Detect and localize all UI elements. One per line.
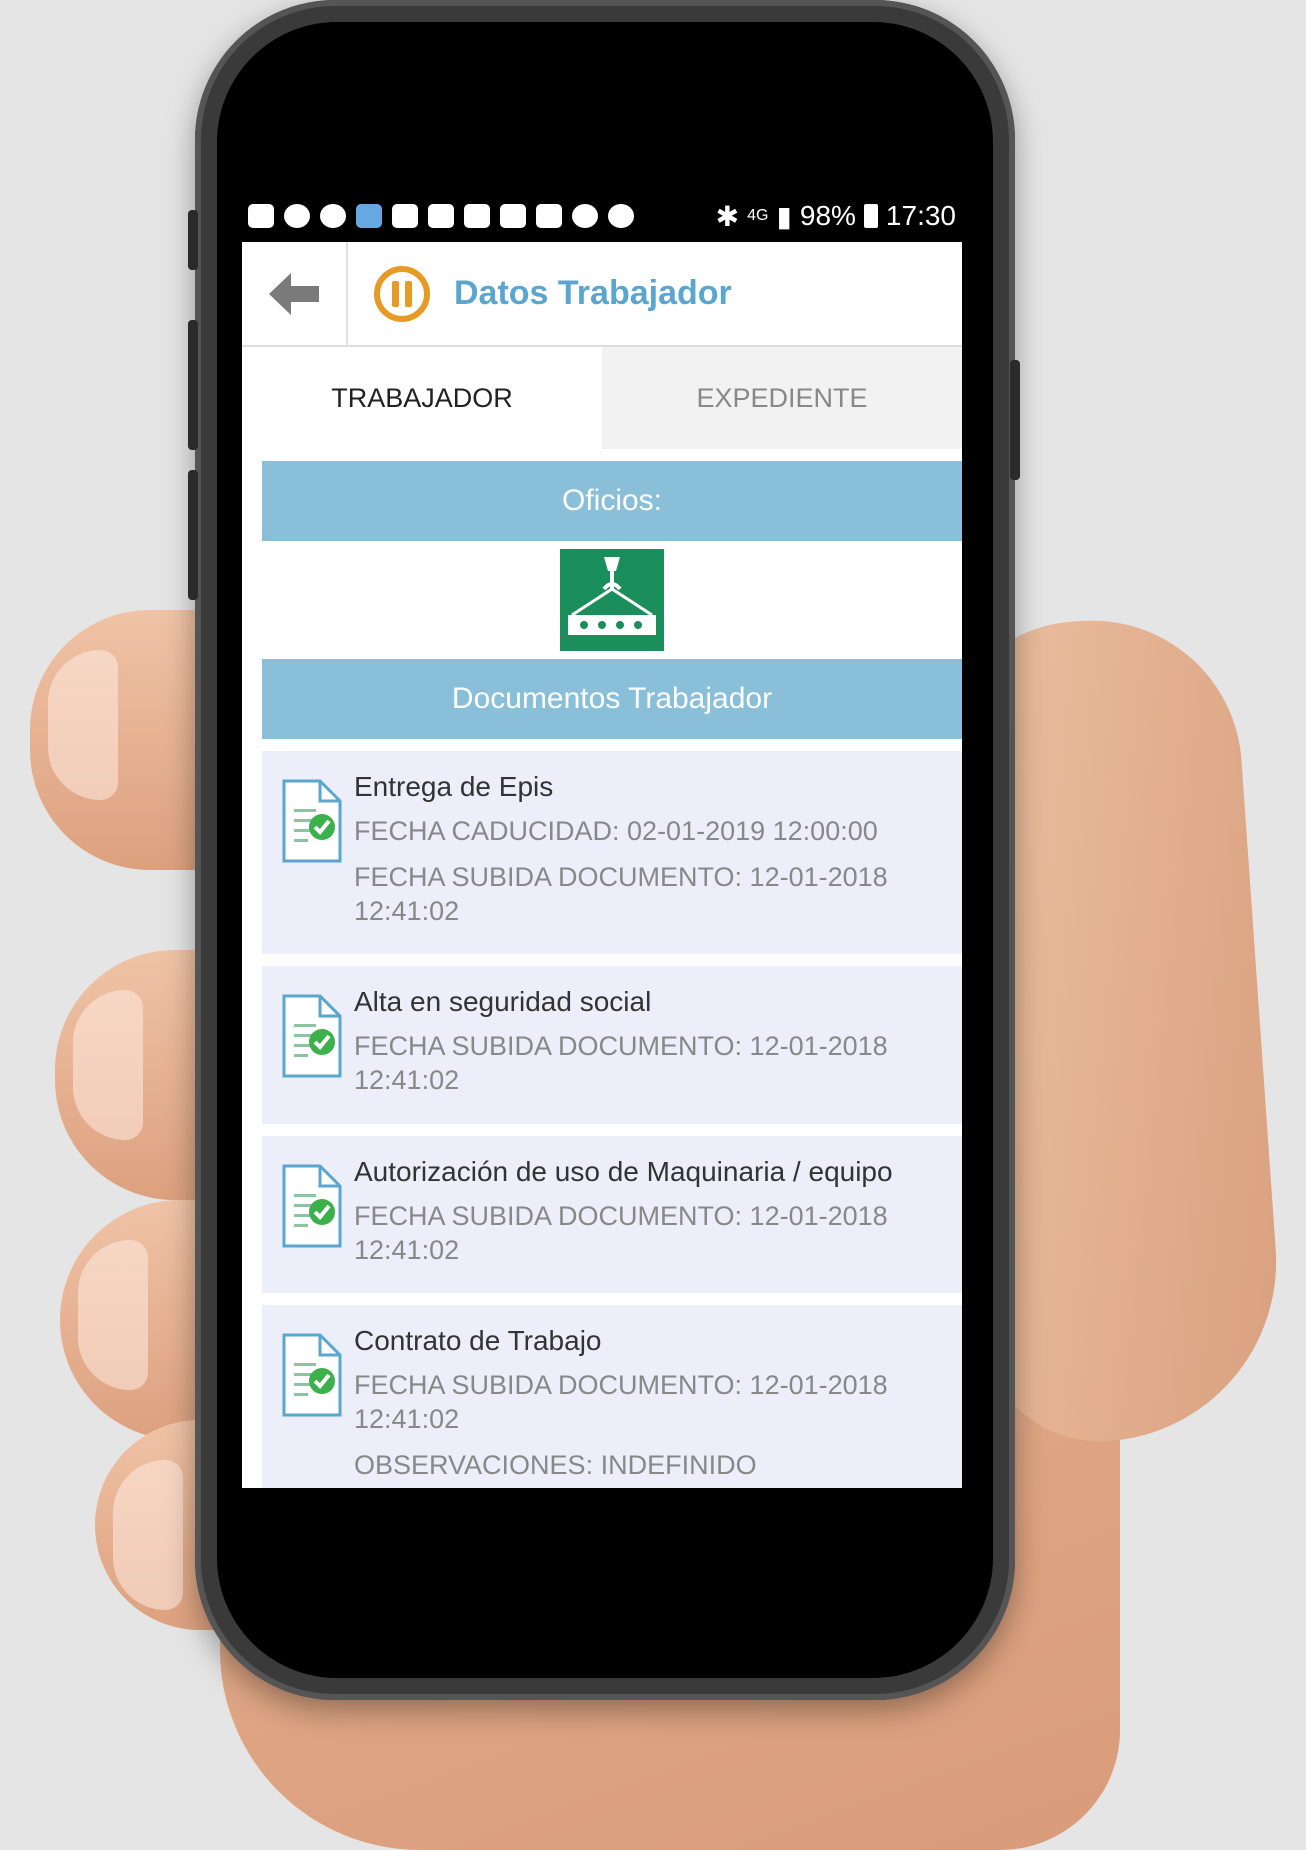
- status-bar: ✱ 4G ▮ 98% 17:30: [242, 190, 962, 242]
- document-item[interactable]: Contrato de Trabajo FECHA SUBIDA DOCUMEN…: [262, 1305, 962, 1488]
- document-details: FECHA SUBIDA DOCUMENTO: 12-01-2018 12:41…: [354, 1200, 952, 1268]
- shield-icon: [572, 204, 598, 228]
- document-detail-line: FECHA SUBIDA DOCUMENTO: 12-01-2018 12:41…: [354, 861, 888, 926]
- image-icon: [536, 204, 562, 228]
- oficios-header: Oficios:: [262, 461, 962, 541]
- document-title: Contrato de Trabajo: [354, 1325, 602, 1357]
- chat-icon: [284, 204, 310, 228]
- shield-icon-2: [608, 204, 634, 228]
- clock: 17:30: [885, 200, 956, 231]
- document-check-icon: [280, 1150, 344, 1280]
- document-detail-line: FECHA CADUCIDAD: 02-01-2019 12:00:00: [354, 816, 878, 846]
- document-details: FECHA SUBIDA DOCUMENTO: 12-01-2018 12:41…: [354, 1369, 952, 1482]
- document-detail-line: FECHA SUBIDA DOCUMENTO: 12-01-2018 12:41…: [354, 1370, 888, 1434]
- document-title: Alta en seguridad social: [354, 986, 652, 1018]
- document-list: Entrega de Epis FECHA CADUCIDAD: 02-01-2…: [242, 751, 962, 1488]
- app-bar: Datos Trabajador: [242, 242, 962, 347]
- document-check-icon: [280, 1319, 344, 1488]
- app-screen: ✱ 4G ▮ 98% 17:30 Datos Trabajador TRABAJ…: [242, 190, 962, 1488]
- oficio-area: [262, 541, 962, 659]
- volume-up-button: [188, 320, 198, 450]
- tab-expediente[interactable]: EXPEDIENTE: [602, 347, 962, 449]
- signal-icon: ▮: [776, 200, 792, 232]
- document-detail-line: FECHA SUBIDA DOCUMENTO: 12-01-2018 12:41…: [354, 1031, 888, 1095]
- mail-icon: [392, 204, 418, 228]
- document-item[interactable]: Autorización de uso de Maquinaria / equi…: [262, 1135, 962, 1294]
- power-button: [1010, 360, 1020, 480]
- documentos-header: Documentos Trabajador: [262, 659, 962, 739]
- document-body: Contrato de Trabajo FECHA SUBIDA DOCUMEN…: [354, 1319, 952, 1488]
- crane-load-icon[interactable]: [560, 549, 664, 651]
- document-details: FECHA CADUCIDAD: 02-01-2019 12:00:00 FECH…: [354, 815, 952, 928]
- document-item[interactable]: Alta en seguridad social FECHA SUBIDA DO…: [262, 966, 962, 1124]
- tab-bar: TRABAJADOR EXPEDIENTE: [242, 347, 962, 449]
- status-right: ✱ 4G ▮ 98% 17:30: [716, 200, 956, 233]
- bluetooth-icon: ✱: [715, 200, 740, 232]
- document-title: Entrega de Epis: [354, 771, 554, 802]
- document-item[interactable]: Entrega de Epis FECHA CADUCIDAD: 02-01-2…: [262, 751, 962, 955]
- phone-side-button: [188, 210, 198, 270]
- notification-icon: [248, 204, 274, 228]
- inbox-icon: [500, 204, 526, 228]
- messenger-icon: [320, 204, 346, 228]
- battery-percent: 98%: [799, 200, 856, 231]
- document-body: Autorización de uso de Maquinaria / equi…: [354, 1150, 952, 1280]
- document-body: Alta en seguridad social FECHA SUBIDA DO…: [354, 980, 952, 1110]
- page-title: Datos Trabajador: [454, 274, 732, 312]
- network-type: 4G: [747, 207, 769, 224]
- battery-icon: [863, 204, 878, 228]
- crown-icon: [464, 204, 490, 228]
- document-title: Autorización de uso de Maquinaria / equi…: [354, 1155, 893, 1187]
- document-details: FECHA SUBIDA DOCUMENTO: 12-01-2018 12:41…: [354, 1030, 952, 1098]
- document-check-icon: [280, 765, 344, 940]
- back-button[interactable]: [242, 242, 348, 345]
- tab-trabajador[interactable]: TRABAJADOR: [242, 347, 602, 449]
- app-icon: [356, 204, 382, 228]
- volume-down-button: [188, 470, 198, 600]
- document-detail-line: OBSERVACIONES: INDEFINIDO: [354, 1449, 757, 1480]
- document-body: Entrega de Epis FECHA CADUCIDAD: 02-01-2…: [354, 765, 952, 940]
- message-icon: [428, 204, 454, 228]
- arrow-left-icon: [269, 272, 319, 315]
- document-detail-line: FECHA SUBIDA DOCUMENTO: 12-01-2018 12:41…: [354, 1200, 888, 1265]
- document-check-icon: [280, 980, 344, 1110]
- pause-icon[interactable]: [374, 265, 430, 322]
